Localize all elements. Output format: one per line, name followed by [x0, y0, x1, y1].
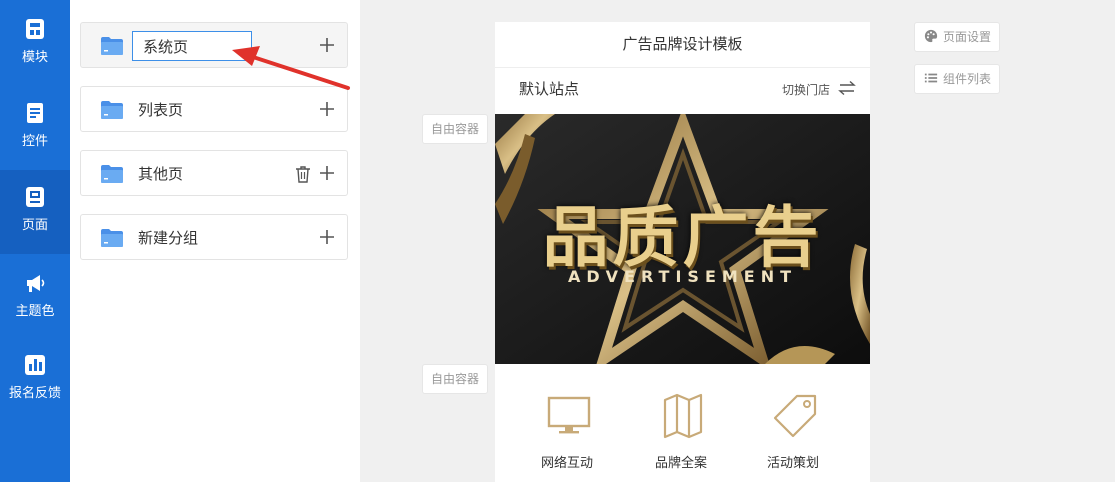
- nav-item-widget[interactable]: 控件: [0, 86, 70, 170]
- group-name-other: 其他页: [138, 165, 184, 183]
- plus-icon[interactable]: [317, 99, 337, 119]
- widget-icon: [27, 103, 43, 123]
- page-icon: [26, 187, 44, 207]
- monitor-icon: [547, 396, 591, 434]
- nav-label-theme-color: 主题色: [15, 304, 55, 319]
- palette-icon: [924, 29, 938, 43]
- map-icon: [663, 393, 703, 439]
- feature-label: 网络互动: [540, 456, 593, 471]
- feature-icon-row: 网络互动 品牌全案 活动策划: [495, 364, 870, 482]
- nav-label-feedback: 报名反馈: [8, 386, 61, 401]
- banner-subtitle: ADVERTISEMENT: [567, 267, 798, 286]
- switch-arrows-icon[interactable]: [838, 80, 856, 96]
- nav-item-module[interactable]: 模块: [0, 0, 70, 84]
- folder-icon: [101, 165, 123, 183]
- annotation-arrow: [232, 46, 350, 90]
- plus-icon[interactable]: [317, 163, 337, 183]
- group-name-new: 新建分组: [138, 229, 199, 247]
- site-name: 默认站点: [519, 80, 580, 98]
- feature-network-interaction[interactable]: 网络互动: [517, 364, 617, 482]
- folder-icon: [101, 37, 123, 55]
- page-settings-button[interactable]: 页面设置: [914, 22, 1000, 52]
- component-list-button[interactable]: 组件列表: [914, 64, 1000, 94]
- group-row-new[interactable]: 新建分组: [80, 214, 348, 260]
- megaphone-icon: [27, 275, 45, 292]
- chart-bars-icon: [25, 355, 45, 375]
- list-icon: [924, 73, 938, 83]
- tag-icon: [773, 394, 817, 438]
- trash-icon[interactable]: [295, 165, 311, 183]
- group-row-other[interactable]: 其他页: [80, 150, 348, 196]
- banner-title: 品质广告: [542, 199, 823, 276]
- group-row-list[interactable]: 列表页: [80, 86, 348, 132]
- nav-item-theme-color[interactable]: 主题色: [0, 254, 70, 338]
- nav-label-module: 模块: [21, 50, 48, 65]
- module-icon: [26, 19, 44, 39]
- nav-label-widget: 控件: [21, 134, 48, 149]
- ad-banner[interactable]: 品质广告 ADVERTISEMENT: [495, 114, 870, 364]
- plus-icon[interactable]: [317, 227, 337, 247]
- nav-item-feedback[interactable]: 报名反馈: [0, 338, 70, 422]
- free-container-chip-1[interactable]: 自由容器: [422, 114, 488, 144]
- preview-page-title: 广告品牌设计模板: [495, 22, 870, 68]
- free-container-chip-2[interactable]: 自由容器: [422, 364, 488, 394]
- left-nav: 模块 控件 页面 主题色 报名反馈: [0, 0, 70, 482]
- feature-brand-plan[interactable]: 品牌全案: [631, 364, 731, 482]
- group-name-list: 列表页: [138, 101, 184, 119]
- feature-event-planning[interactable]: 活动策划: [743, 364, 843, 482]
- page-settings-label: 页面设置: [942, 30, 991, 44]
- folder-icon: [101, 101, 123, 119]
- nav-label-page: 页面: [21, 218, 48, 233]
- feature-label: 品牌全案: [654, 456, 707, 471]
- switch-store-link[interactable]: 切换门店: [782, 81, 830, 98]
- nav-item-page[interactable]: 页面: [0, 170, 70, 254]
- component-list-label: 组件列表: [942, 72, 991, 86]
- phone-preview: 广告品牌设计模板 默认站点 切换门店 品质广告 ADVERTISEMENT 网络…: [495, 22, 870, 482]
- folder-icon: [101, 229, 123, 247]
- feature-label: 活动策划: [766, 456, 819, 471]
